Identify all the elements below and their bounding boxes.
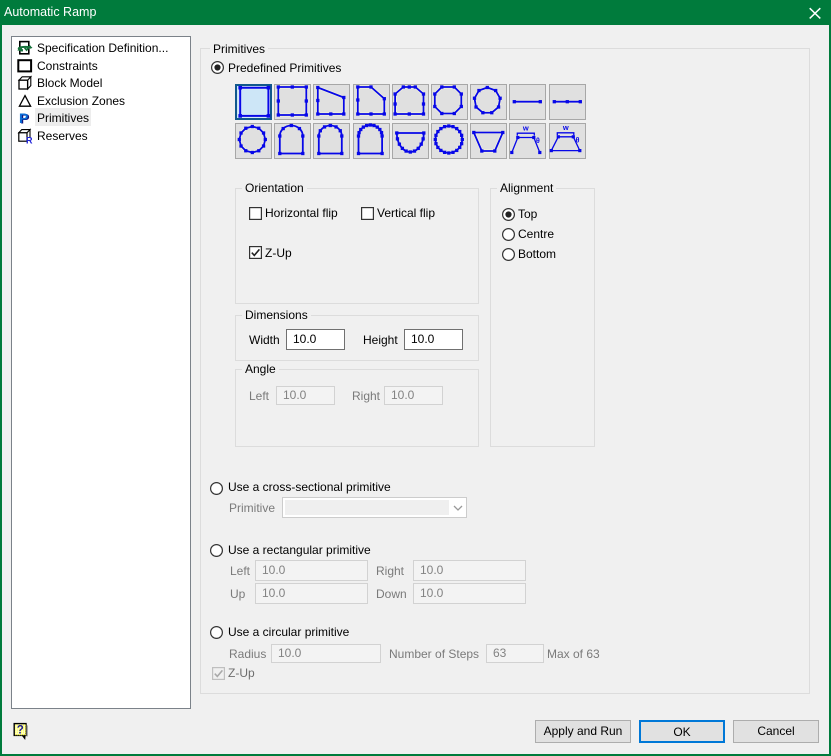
svg-text:θ: θ xyxy=(575,138,579,145)
svg-text:θ: θ xyxy=(536,138,540,145)
svg-text:R: R xyxy=(26,135,33,145)
svg-text:w: w xyxy=(522,124,529,133)
svg-text:P: P xyxy=(19,110,28,126)
svg-text:w: w xyxy=(561,124,568,133)
svg-text:?: ? xyxy=(17,725,24,737)
